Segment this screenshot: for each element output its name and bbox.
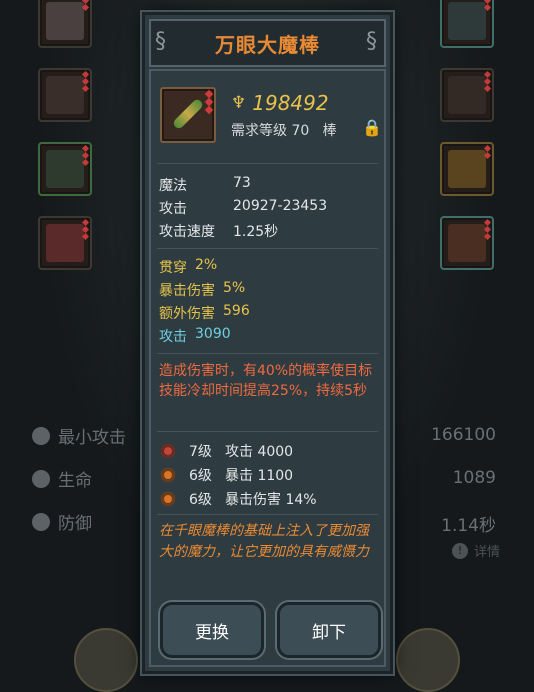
equip-slot-armor[interactable] [38,216,92,270]
bg-stat-value: 1089 [452,468,496,488]
power-icon: ♆ [231,93,247,113]
bottom-avatar-right [396,628,460,692]
gem-level: 6级 [189,492,212,508]
item-type: 棒 [322,123,337,139]
lock-icon[interactable]: 🔒 [362,118,382,138]
bg-stat-label: 防御 [58,514,92,534]
bg-stat-label: 最小攻击 [58,428,126,448]
bg-stat-value: 1.14秒 [441,516,496,536]
detail-label: 详情 [473,545,500,560]
item-title-bar: § 万眼大魔棒 § [149,19,386,67]
gem-level: 7级 [189,444,212,460]
flavor-text: 在千眼魔棒的基础上注入了更加强大的魔力，让它更加的具有威慑力 [159,523,369,560]
bonus-stat-row: 暴击伤害 5% [159,280,245,300]
stat-value: 596 [223,303,250,319]
stat-label: 魔法 [159,178,187,194]
stat-label: 贯穿 [159,260,187,276]
divider [157,514,378,515]
ornament-left-icon: § [155,29,166,54]
gem-effect: 暴击伤害 14% [225,492,317,508]
equip-slot-amulet[interactable] [440,142,494,196]
unequip-button[interactable]: 卸下 [277,602,381,658]
gem-row: 6级 暴击 1100 [161,465,293,485]
gem-orange-icon [161,492,175,506]
heart-icon [32,469,50,488]
equip-slot-offhand[interactable] [440,216,494,270]
item-power: ♆ 198492 [231,91,329,115]
stat-label: 暴击伤害 [159,283,215,299]
bg-stat-min-attack: 最小攻击 [32,423,126,448]
gem-red-icon [161,444,175,458]
stat-label: 攻击速度 [159,224,215,240]
base-stat-row: 魔法 73 [159,175,251,195]
equip-slot-ring[interactable] [440,0,494,48]
stat-label: 额外伤害 [159,306,215,322]
bg-stat-defense: 防御 [32,509,92,534]
bg-stat-hp: 生命 [32,466,92,491]
bottom-avatar-left [74,628,138,692]
bg-stat-label: 生命 [58,471,92,491]
stat-value: 2% [195,257,218,273]
stat-label: 攻击 [159,329,187,345]
item-tooltip-panel: § 万眼大魔棒 § ♆ 198492 需求等级 70 棒 🔒 魔法 73 攻击 20… [142,12,393,674]
gem-orange-icon [161,468,175,482]
stat-label: 攻击 [159,201,187,217]
sword-icon [32,426,50,445]
power-value: 198492 [252,91,329,115]
divider [157,353,378,354]
equip-slot-boots[interactable] [38,142,92,196]
special-effect-text: 造成伤害时，有40%的概率使目标技能冷却时间提高25%，持续5秒 [159,363,373,399]
level-requirement: 需求等级 70 [231,123,310,139]
bonus-stat-row: 贯穿 2% [159,257,217,277]
stat-value: 73 [233,175,251,191]
gem-effect: 攻击 4000 [225,444,294,460]
divider [157,163,378,164]
bg-stat-value: 166100 [431,425,496,445]
divider [157,248,378,249]
stat-value: 1.25秒 [233,224,279,240]
stat-value: 5% [223,280,246,296]
gem-row: 6级 暴击伤害 14% [161,489,317,509]
divider [157,431,378,432]
extra-stat-row: 攻击 3090 [159,326,231,346]
equip-slot-necklace[interactable] [440,68,494,122]
gem-effect: 暴击 1100 [225,468,294,484]
stat-value: 20927-23453 [233,198,328,214]
item-requirement: 需求等级 70 棒 [231,120,337,140]
base-stat-row: 攻击速度 1.25秒 [159,221,278,241]
info-icon: ! [451,542,468,559]
equip-slot-head[interactable] [38,0,92,48]
item-details: ♆ 198492 需求等级 70 棒 🔒 魔法 73 攻击 20927-23453 … [149,69,386,667]
shield-icon [32,512,50,531]
magic-staff-icon [160,87,216,143]
gem-row: 7级 攻击 4000 [161,441,293,461]
equip-slot-gloves[interactable] [38,68,92,122]
ornament-right-icon: § [366,29,377,54]
swap-button[interactable]: 更换 [160,602,264,658]
stat-value: 3090 [195,326,231,342]
item-name: 万眼大魔棒 [215,32,320,57]
bonus-stat-row: 额外伤害 596 [159,303,250,323]
detail-link[interactable]: ! 详情 [451,541,500,560]
gem-level: 6级 [189,468,212,484]
base-stat-row: 攻击 20927-23453 [159,198,327,218]
